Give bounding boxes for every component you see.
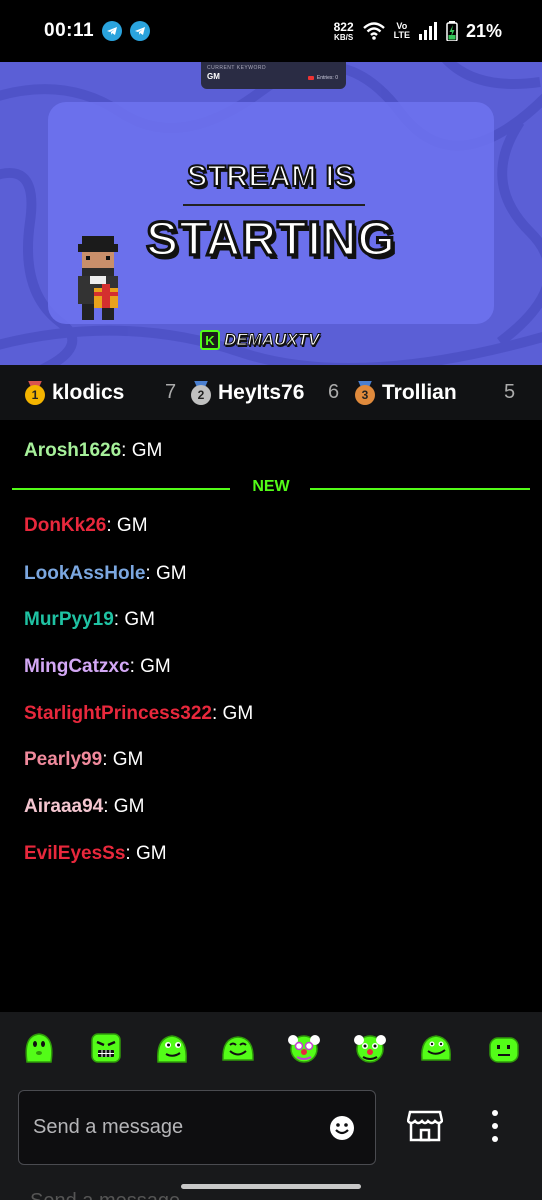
telegram-icon-2 — [130, 21, 151, 41]
home-indicator[interactable] — [181, 1184, 361, 1189]
stream-player[interactable]: CURRENT KEYWORD GM Entries: 0 STREAM IS … — [0, 62, 542, 365]
silver-medal-icon: 2 — [190, 380, 212, 405]
stream-title-divider — [183, 204, 365, 206]
leaderboard-name: HeyIts76 — [218, 380, 305, 404]
telegram-icon — [102, 21, 123, 41]
battery-charging-icon — [446, 21, 458, 41]
gold-medal-icon: 1 — [24, 380, 46, 405]
chat-username[interactable]: Pearly99 — [24, 749, 102, 770]
kebab-menu-icon[interactable] — [484, 1108, 506, 1144]
leaderboard-count: 7 — [165, 381, 177, 403]
kick-emote-smile[interactable] — [418, 1030, 454, 1066]
chat-message: DonKk26: GM — [24, 515, 148, 536]
keyword-overlay: CURRENT KEYWORD GM Entries: 0 — [201, 62, 346, 89]
leaderboard-name: Trollian — [382, 380, 457, 404]
entries-count: Entries: 0 — [307, 75, 338, 81]
chat-message: Arosh1626: GM — [24, 440, 163, 461]
store-icon[interactable] — [407, 1110, 443, 1142]
message-input[interactable]: Send a message — [18, 1090, 376, 1165]
chat-message: LookAssHole: GM — [24, 563, 187, 584]
chat-username[interactable]: MurPyy19 — [24, 609, 114, 630]
chat-messages[interactable]: Arosh1626: GM NEW DonKk26: GM LookAssHol… — [0, 420, 542, 1012]
leaderboard-name: klodics — [52, 380, 125, 404]
chat-username[interactable]: DonKk26 — [24, 515, 106, 536]
battery-percent: 21% — [465, 20, 502, 41]
kick-emote-grin[interactable] — [220, 1030, 256, 1066]
kick-emote-smirk[interactable] — [154, 1030, 190, 1066]
chat-message: MurPyy19: GM — [24, 609, 155, 630]
chat-message: EvilEyesSs: GM — [24, 843, 167, 864]
new-messages-separator: NEW — [12, 478, 530, 500]
smiley-icon[interactable] — [329, 1115, 355, 1141]
kick-emote-bored[interactable] — [486, 1030, 522, 1066]
leaderboard-count: 5 — [504, 381, 516, 403]
status-bar: 00:11 822 KB/S Vo LTE 21% — [0, 0, 542, 62]
kick-emote-clown[interactable] — [286, 1030, 322, 1066]
network-speed: 822 KB/S — [333, 19, 354, 42]
chat-username[interactable]: StarlightPrincess322 — [24, 703, 212, 724]
kick-emote-blob[interactable] — [21, 1030, 57, 1066]
kick-emote-clown-2[interactable] — [352, 1030, 388, 1066]
bronze-medal-icon: 3 — [354, 380, 376, 405]
chat-message: Airaaa94: GM — [24, 796, 145, 817]
chat-username[interactable]: MingCatzxc — [24, 656, 130, 677]
chat-username[interactable]: EvilEyesSs — [24, 843, 125, 864]
status-time: 00:11 — [44, 20, 95, 41]
brand-logo: K DEMAUXTV — [200, 330, 320, 350]
chat-message: StarlightPrincess322: GM — [24, 703, 254, 724]
leaderboard-item-2[interactable]: 2 HeyIts76 — [190, 365, 314, 420]
message-placeholder: Send a message — [33, 1116, 184, 1138]
gift-leaderboard[interactable]: 1 klodics 7 2 HeyIts76 6 3 Trollian 5 — [0, 365, 542, 420]
kick-emote-angry[interactable] — [88, 1030, 124, 1066]
volte-indicator: Vo LTE — [393, 21, 410, 40]
chat-username[interactable]: Arosh1626 — [24, 440, 121, 461]
chat-username[interactable]: Airaaa94 — [24, 796, 103, 817]
signal-icon — [418, 22, 437, 40]
chat-message: Pearly99: GM — [24, 749, 144, 770]
leaderboard-count: 6 — [328, 381, 340, 403]
entries-icon — [307, 76, 314, 80]
pixel-avatar-image — [78, 236, 118, 320]
stream-title-line1: STREAM IS — [186, 159, 355, 194]
keyword-label: CURRENT KEYWORD — [207, 65, 267, 71]
wifi-icon — [362, 22, 385, 40]
kick-logo-icon: K — [200, 330, 220, 350]
brand-name: DEMAUXTV — [223, 330, 320, 350]
chat-composer: Send a message Send a message — [0, 1082, 542, 1200]
ghost-placeholder: Send a message — [30, 1190, 180, 1200]
leaderboard-item-1[interactable]: 1 klodics — [24, 365, 124, 420]
chat-message: MingCatzxc: GM — [24, 656, 171, 677]
chat-username[interactable]: LookAssHole — [24, 563, 145, 584]
leaderboard-item-3[interactable]: 3 Trollian — [354, 365, 457, 420]
